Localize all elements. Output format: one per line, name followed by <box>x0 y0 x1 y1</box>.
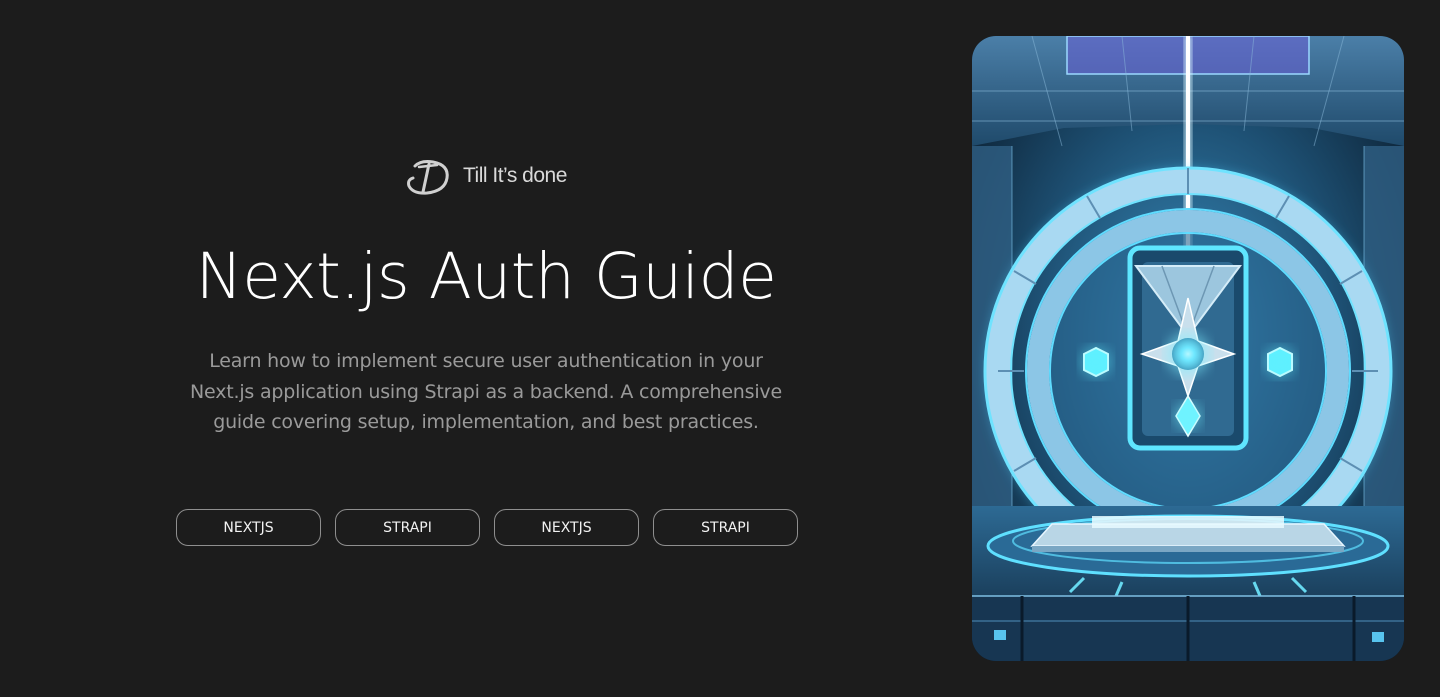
hero-image <box>972 36 1404 661</box>
hero-description: Learn how to implement secure user authe… <box>190 350 782 433</box>
glowing-blue-vault-door-image <box>972 36 1404 661</box>
page-title: Next.js Auth Guide <box>195 240 777 313</box>
tag-nextjs[interactable]: NEXTJS <box>494 509 639 546</box>
hero-content: Till It’s done Next.js Auth Guide Learn … <box>0 0 972 697</box>
tag-list: NEXTJS STRAPI NEXTJS STRAPI <box>176 509 798 546</box>
brand[interactable]: Till It’s done <box>405 156 567 196</box>
tag-strapi[interactable]: STRAPI <box>335 509 480 546</box>
tag-nextjs[interactable]: NEXTJS <box>176 509 321 546</box>
tag-strapi[interactable]: STRAPI <box>653 509 798 546</box>
brand-name: Till It’s done <box>463 164 567 187</box>
td-monogram-icon <box>407 160 449 195</box>
